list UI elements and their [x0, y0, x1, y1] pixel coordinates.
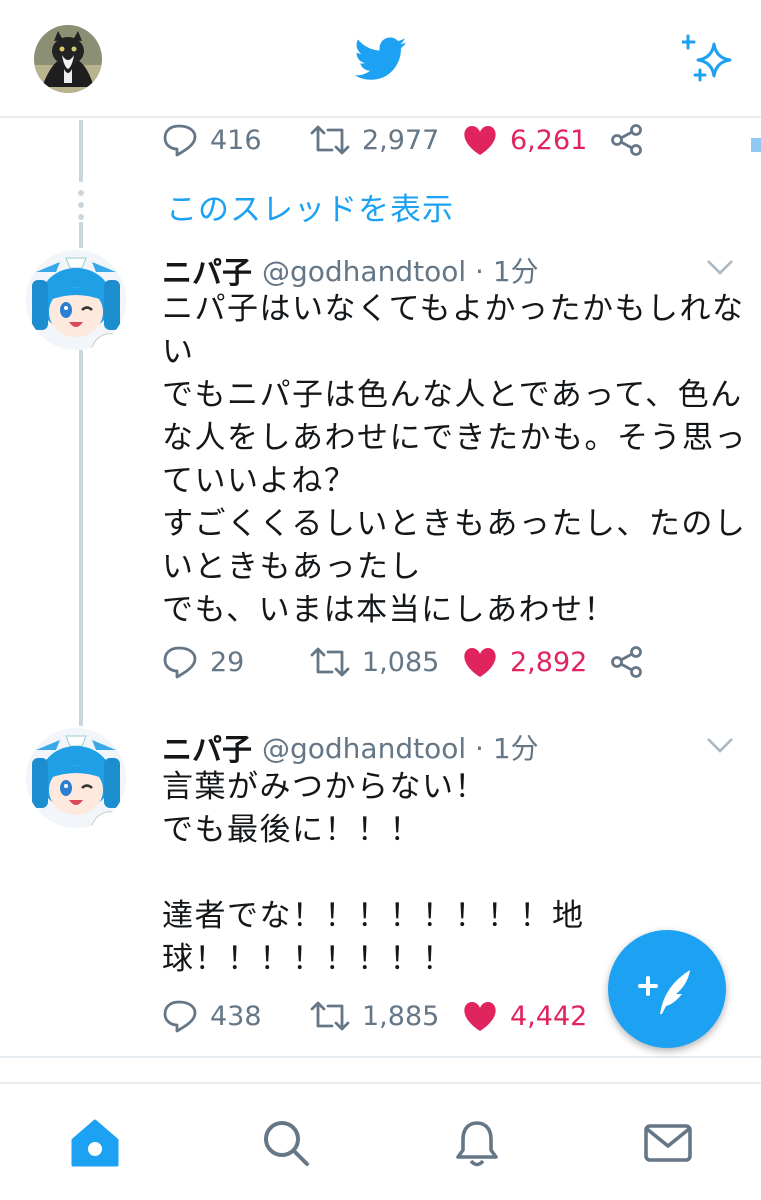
tweet-avatar[interactable]	[26, 250, 126, 350]
reply-button[interactable]: 438	[162, 996, 262, 1036]
share-button[interactable]	[610, 642, 644, 682]
like-count: 2,892	[510, 646, 588, 678]
compose-tweet-button[interactable]	[608, 930, 726, 1048]
tweet-text: ニパ子はいなくてもよかったかもしれない でもニパ子は色んな人とであって、色んな人…	[162, 291, 747, 628]
tweet-actions: 29 1,085 2,892	[162, 642, 662, 682]
retweet-count: 1,885	[362, 1000, 440, 1032]
scroll-indicator[interactable]	[751, 138, 761, 152]
sparkle-icon[interactable]	[680, 34, 734, 84]
search-icon[interactable]	[261, 1118, 311, 1168]
reply-icon	[163, 124, 197, 157]
retweet-icon	[310, 1001, 350, 1031]
messages-icon[interactable]	[643, 1118, 693, 1168]
reply-icon	[163, 646, 197, 679]
tweet-header: ニパ子 @godhandtool · 1分	[162, 248, 539, 292]
chevron-down-icon[interactable]	[706, 736, 734, 754]
handle-time[interactable]: @godhandtool · 1分	[262, 250, 539, 290]
display-name[interactable]: ニパ子	[162, 248, 252, 292]
reply-count: 29	[210, 646, 245, 678]
thread-line	[79, 222, 83, 248]
reply-button[interactable]: 29	[162, 642, 244, 682]
retweet-count: 2,977	[362, 124, 440, 156]
twitter-bird-icon[interactable]	[354, 37, 407, 81]
heart-icon	[464, 648, 496, 677]
tweet-header: ニパ子 @godhandtool · 1分	[162, 725, 539, 769]
like-count: 6,261	[510, 124, 588, 156]
display-name[interactable]: ニパ子	[162, 725, 252, 769]
thread-dots	[77, 190, 85, 226]
like-button[interactable]: 6,261	[462, 120, 587, 160]
reply-icon	[163, 1000, 197, 1033]
retweet-button[interactable]: 1,885	[310, 996, 439, 1036]
reply-button[interactable]: 416	[162, 120, 262, 160]
retweet-count: 1,085	[362, 646, 440, 678]
tweet-actions: 438 1,885 4,442	[162, 996, 662, 1036]
heart-icon	[464, 1002, 496, 1031]
share-icon	[611, 646, 642, 678]
retweet-button[interactable]: 2,977	[310, 120, 439, 160]
chevron-down-icon[interactable]	[706, 258, 734, 276]
tweet-actions: 416 2,977 6,261	[162, 120, 662, 160]
tweet-avatar[interactable]	[26, 728, 126, 828]
reply-count: 416	[210, 124, 262, 156]
heart-icon	[464, 126, 496, 155]
retweet-icon	[310, 647, 350, 677]
bottom-navigation	[0, 1082, 761, 1200]
thread-line	[79, 350, 83, 726]
like-button[interactable]: 4,442	[462, 996, 587, 1036]
top-app-bar	[0, 0, 761, 118]
retweet-button[interactable]: 1,085	[310, 642, 439, 682]
retweet-icon	[310, 125, 350, 155]
share-button[interactable]	[610, 120, 644, 160]
reply-count: 438	[210, 1000, 262, 1032]
profile-avatar[interactable]	[34, 25, 102, 93]
notifications-icon[interactable]	[452, 1118, 502, 1168]
tweet-divider	[0, 1056, 761, 1058]
like-count: 4,442	[510, 1000, 588, 1032]
handle-time[interactable]: @godhandtool · 1分	[262, 727, 539, 767]
home-icon[interactable]	[70, 1118, 120, 1168]
show-thread-link[interactable]: このスレッドを表示	[166, 184, 454, 229]
share-icon	[611, 124, 642, 156]
compose-tweet-icon	[638, 970, 690, 1014]
thread-line	[79, 120, 83, 182]
like-button[interactable]: 2,892	[462, 642, 587, 682]
